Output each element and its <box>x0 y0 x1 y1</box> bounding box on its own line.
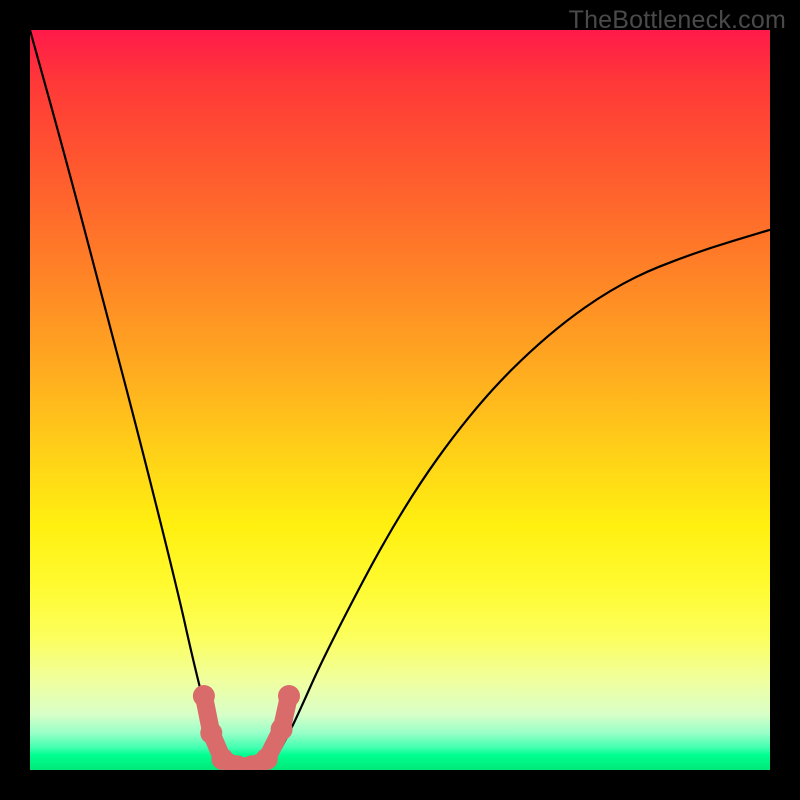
highlight-markers <box>193 685 300 770</box>
marker-point <box>271 718 293 740</box>
chart-svg <box>30 30 770 770</box>
marker-point <box>200 722 222 744</box>
marker-point <box>278 685 300 707</box>
bottleneck-curve <box>30 30 770 770</box>
marker-point <box>256 748 278 770</box>
marker-point <box>193 685 215 707</box>
chart-plot-area <box>30 30 770 770</box>
